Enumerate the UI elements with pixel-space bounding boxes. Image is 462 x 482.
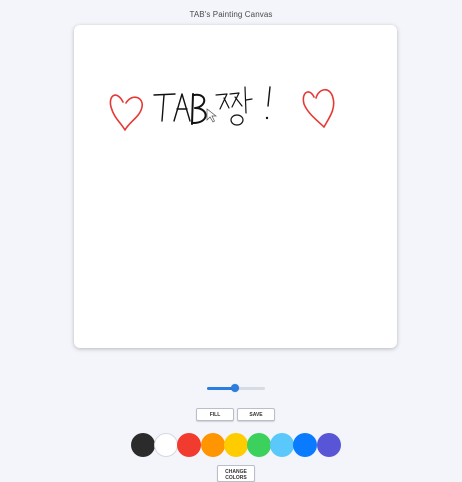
color-swatch[interactable]: [201, 433, 225, 457]
slider-thumb[interactable]: [231, 384, 239, 392]
color-swatch[interactable]: [317, 433, 341, 457]
color-swatch[interactable]: [293, 433, 317, 457]
painting-canvas[interactable]: [74, 25, 397, 348]
color-swatch[interactable]: [154, 433, 178, 457]
brush-size-slider[interactable]: [207, 384, 265, 393]
save-button[interactable]: SAVE: [237, 408, 275, 421]
letter-b-stroke: [191, 93, 207, 125]
color-swatch[interactable]: [177, 433, 201, 457]
hangul-jjang-stroke: [215, 86, 253, 114]
letter-t-stroke: [153, 93, 176, 122]
fill-button[interactable]: FILL: [196, 408, 234, 421]
color-swatch[interactable]: [224, 433, 248, 457]
mouse-cursor-icon: [206, 108, 218, 123]
color-swatch[interactable]: [247, 433, 271, 457]
letter-a-stroke: [173, 93, 191, 122]
color-swatch[interactable]: [131, 433, 155, 457]
change-colors-button[interactable]: CHANGE COLORS: [217, 465, 255, 482]
left-heart-doodle: [109, 94, 143, 131]
canvas-drawing: [109, 86, 335, 131]
right-heart-doodle: [302, 88, 335, 128]
exclamation-stroke: [267, 86, 271, 107]
color-swatch[interactable]: [270, 433, 294, 457]
page-title: TAB's Painting Canvas: [189, 10, 273, 19]
change-colors-label-line2: COLORS: [225, 475, 247, 481]
